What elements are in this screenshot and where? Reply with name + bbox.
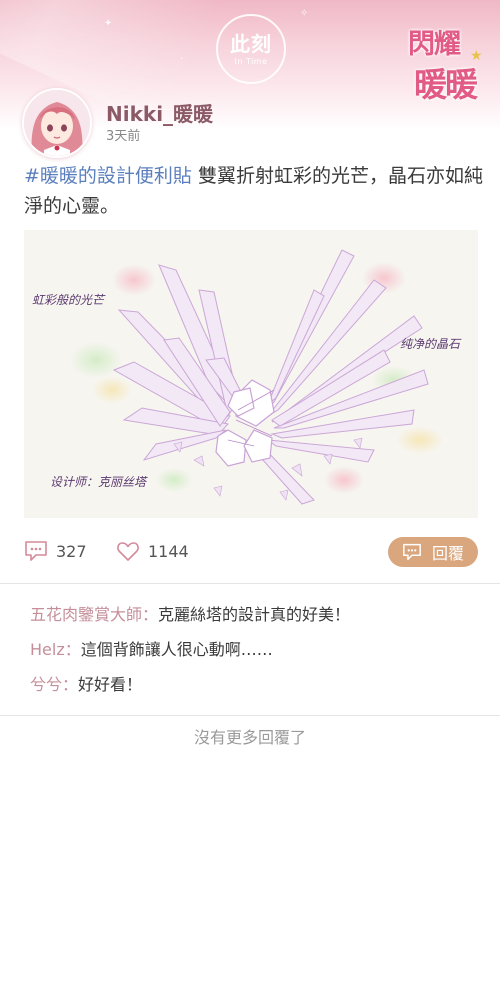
emblem-subtitle: In Time [234, 56, 268, 66]
reply-button[interactable]: 回覆 [388, 537, 478, 567]
annotation-right: 纯净的晶石 [400, 337, 462, 351]
post-body: #暖暖的設計便利貼 雙翼折射虹彩的光芒，晶石亦如純淨的心靈。 [24, 161, 484, 221]
annotation-designer: 设计师：克丽丝塔 [50, 475, 148, 489]
comment-item[interactable]: Helz：這個背飾讓人很心動啊…… [30, 635, 470, 670]
emblem-title: 此刻 [230, 31, 272, 56]
reply-button-label: 回覆 [431, 544, 464, 563]
comment-list: 五花肉鑒賞大師：克麗絲塔的設計真的好美！ Helz：這個背飾讓人很心動啊…… 兮… [30, 600, 470, 705]
comment-item[interactable]: 兮兮：好好看！ [30, 670, 470, 705]
heart-icon [117, 542, 139, 561]
comment-count[interactable]: 327 [24, 540, 87, 562]
no-more-replies: 沒有更多回覆了 [193, 728, 306, 747]
in-time-emblem: 此刻 In Time [216, 14, 286, 84]
shining-nikki-logo: 閃耀 ★ 暖暖 [408, 29, 483, 104]
comment-text: 克麗絲塔的設計真的好美！ [158, 605, 351, 624]
annotation-left: 虹彩般的光芒 [32, 293, 106, 307]
comment-item[interactable]: 五花肉鑒賞大師：克麗絲塔的設計真的好美！ [30, 600, 470, 635]
sparkle-icon: · [180, 54, 184, 65]
comment-text: 這個背飾讓人很心動啊…… [80, 640, 273, 659]
comment-count-value: 327 [56, 541, 87, 561]
comment-author[interactable]: 兮兮 [30, 675, 62, 694]
like-count[interactable]: 1144 [116, 540, 189, 562]
comment-author[interactable]: 五花肉鑒賞大師 [30, 605, 142, 624]
comment-icon [25, 541, 47, 561]
sparkle-icon: ✦ [104, 18, 113, 29]
comment-text: 好好看！ [78, 675, 143, 694]
divider [0, 583, 500, 584]
like-count-value: 1144 [148, 541, 189, 561]
post-image[interactable]: 虹彩般的光芒 纯净的晶石 设计师：克丽丝塔 [24, 230, 478, 518]
sparkle-icon: ✧ [300, 8, 309, 19]
divider [0, 715, 500, 716]
comment-author[interactable]: Helz [30, 640, 65, 659]
post-hashtag[interactable]: #暖暖的設計便利貼 [24, 165, 192, 187]
post-timestamp: 3天前 [106, 129, 141, 144]
reply-icon [403, 543, 421, 561]
post-author-name[interactable]: Nikki_暖暖 [106, 98, 213, 127]
avatar[interactable] [22, 88, 92, 158]
